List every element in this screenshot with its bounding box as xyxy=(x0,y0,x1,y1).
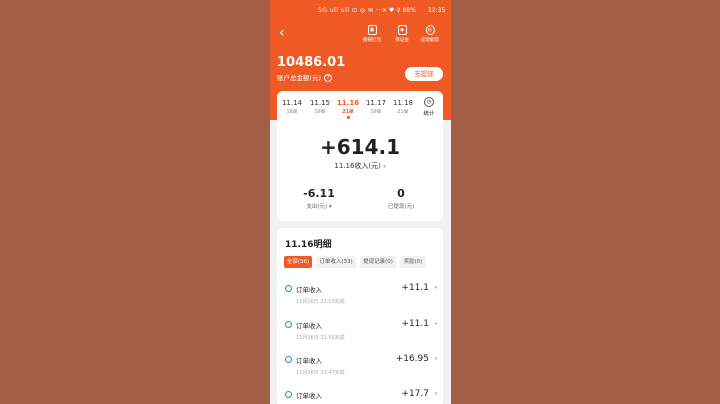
row-time: 11月16日 21:47完成 xyxy=(296,370,345,376)
list-item[interactable]: 订单收入 11月16日 21:47完成 +16.95 ▾ xyxy=(277,353,443,383)
quota-label: 提现额度 xyxy=(420,38,440,43)
status-right: ✕ ♥ ⚲ 88% xyxy=(382,7,416,14)
shield-icon: ◆ xyxy=(397,25,407,35)
income-label-row[interactable]: 11.16收入(元) ▾ xyxy=(277,161,443,171)
expense-label: 支出(元) xyxy=(306,204,328,210)
date-tab-1115[interactable]: 11.15 19单 xyxy=(307,99,333,115)
balance-label-row: 账户总金额(元)? xyxy=(277,72,333,82)
date-count: 19单 xyxy=(370,110,382,115)
date-count: 19单 xyxy=(314,110,326,115)
list-item[interactable]: 订单收入 11月16日 22:13完成 +11.1 ▾ xyxy=(277,282,443,312)
row-amount: +11.1 xyxy=(401,283,429,293)
date-label: 11.14 xyxy=(281,99,303,107)
row-amount: +17.7 xyxy=(401,389,429,399)
list-item[interactable]: 订单收入 +17.7 ▾ xyxy=(277,388,443,404)
date-label: 11.16 xyxy=(336,99,360,107)
withdrawn-label: 已提现(元) xyxy=(387,204,415,210)
filter-rewards[interactable]: 奖励(0) xyxy=(400,256,426,268)
row-amount: +11.1 xyxy=(401,319,429,329)
detail-card: 11.16明细 全部(36) 订单收入(33) 提现记录(0) 奖励(0) 订单… xyxy=(277,228,443,404)
filter-all[interactable]: 全部(36) xyxy=(284,256,312,268)
stats-button[interactable]: ◷ 统计 xyxy=(419,97,439,117)
date-tab-1118[interactable]: 11.18 21单 xyxy=(390,99,416,115)
date-label: 11.17 xyxy=(365,99,387,107)
status-left: 5G ull ull ⊡ ◎ ✉ ··· xyxy=(318,7,384,14)
withdraw-button[interactable]: 去提现 xyxy=(405,67,443,81)
row-amount: +16.95 xyxy=(395,354,429,364)
order-icon xyxy=(285,321,292,328)
deposit-button[interactable]: ◆ 保证金 xyxy=(388,25,416,43)
chevron-down-icon: ▾ xyxy=(434,391,437,397)
chevron-left-icon: ‹ xyxy=(279,25,285,41)
chevron-down-icon: ▾ xyxy=(434,285,437,291)
balance-label: 账户总金额(元) xyxy=(277,74,322,82)
list-item[interactable]: 订单收入 11月16日 21:56完成 +11.1 ▾ xyxy=(277,318,443,348)
date-tab-1117[interactable]: 11.17 19单 xyxy=(363,99,389,115)
status-time: 12:35 xyxy=(428,7,446,14)
row-time: 11月16日 21:56完成 xyxy=(296,335,345,341)
withdrawn-block: 0 已提现(元) xyxy=(371,187,431,210)
date-label: 11.18 xyxy=(392,99,414,107)
chevron-down-icon: ▾ xyxy=(434,321,437,327)
detail-title: 11.16明细 xyxy=(285,240,332,250)
chevron-down-icon: ▾ xyxy=(383,164,386,170)
chevron-down-icon: ▾ xyxy=(434,356,437,362)
row-title: 订单收入 xyxy=(296,357,322,365)
row-title: 订单收入 xyxy=(296,392,322,400)
expense-value: -6.11 xyxy=(303,187,335,200)
info-icon[interactable]: ? xyxy=(324,74,333,82)
deposit-label: 保证金 xyxy=(395,38,409,43)
income-label: 11.16收入(元) xyxy=(334,162,381,170)
row-time: 11月16日 22:13完成 xyxy=(296,299,345,305)
gift-button[interactable]: ▣ 播报红包 xyxy=(358,25,386,43)
clock-icon: ◷ xyxy=(424,97,434,107)
date-count: 16单 xyxy=(286,110,298,115)
chevron-down-icon: ▾ xyxy=(328,204,332,210)
balance-amount: 10486.01 xyxy=(277,55,346,70)
order-icon xyxy=(285,356,292,363)
row-title: 订单收入 xyxy=(296,286,322,294)
date-tab-1114[interactable]: 11.14 16单 xyxy=(279,99,305,115)
expense-block[interactable]: -6.11 支出(元) ▾ xyxy=(289,187,349,210)
settings-icon: ◎ xyxy=(425,25,435,35)
withdrawn-value: 0 xyxy=(397,187,405,200)
quota-button[interactable]: ◎ 提现额度 xyxy=(416,25,444,43)
order-icon xyxy=(285,391,292,398)
back-button[interactable]: ‹ xyxy=(279,26,285,40)
filter-order-income[interactable]: 订单收入(33) xyxy=(316,256,356,268)
stats-label: 统计 xyxy=(423,111,435,117)
row-title: 订单收入 xyxy=(296,322,322,330)
date-count: 21单 xyxy=(342,110,354,115)
order-icon xyxy=(285,285,292,292)
phone-screen: 5G ull ull ⊡ ◎ ✉ ··· ✕ ♥ ⚲ 88% 12:35 ‹ ▣… xyxy=(270,0,451,404)
filter-withdraw-records[interactable]: 提现记录(0) xyxy=(360,256,396,268)
date-label: 11.15 xyxy=(309,99,331,107)
gift-icon: ▣ xyxy=(367,25,377,35)
summary-card: 11.14 16单 11.15 19单 11.16 21单 11.17 19单 … xyxy=(277,91,443,221)
active-dot xyxy=(346,116,350,119)
status-bar: 5G ull ull ⊡ ◎ ✉ ··· ✕ ♥ ⚲ 88% 12:35 xyxy=(270,0,451,18)
date-count: 21单 xyxy=(397,110,409,115)
date-tab-1116[interactable]: 11.16 21单 xyxy=(335,99,361,119)
gift-label: 播报红包 xyxy=(362,38,382,43)
income-amount: +614.1 xyxy=(319,135,401,159)
